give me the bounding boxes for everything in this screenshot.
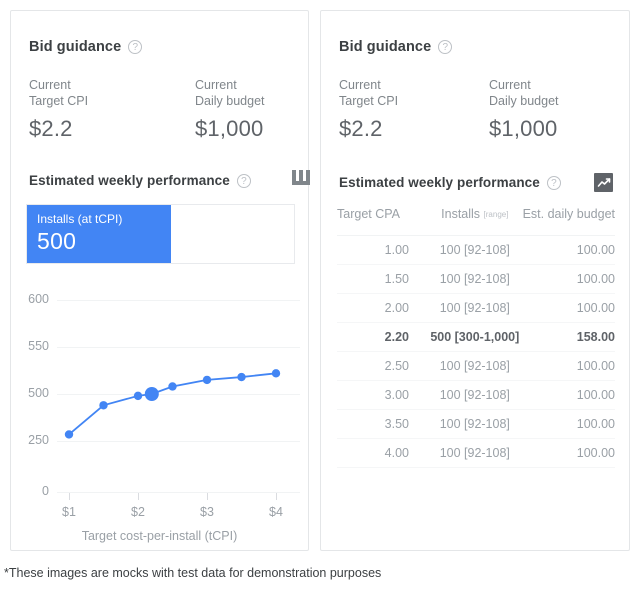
chart-point-selected[interactable] (144, 387, 159, 401)
cell-installs: 100 [92-108] (427, 351, 523, 381)
section-title: Estimated weekly performance (29, 173, 230, 188)
metric-label-line2: Target CPI (29, 94, 89, 108)
cell-est-daily-budget: 100.00 (522, 380, 615, 410)
metric-label-line2: Target CPI (339, 94, 399, 108)
metric-label-line2: Daily budget (195, 94, 265, 108)
table-row[interactable]: 2.50 100 [92-108] 100.00 (337, 351, 615, 381)
cell-target-cpa: 2.50 (337, 351, 427, 381)
column-header-est-daily-budget: Est. daily budget (522, 207, 615, 236)
section-title: Estimated weekly performance (339, 175, 540, 190)
line-chart-icon[interactable] (594, 173, 613, 192)
cell-est-daily-budget: 100.00 (522, 438, 615, 468)
metric-value: $2.2 (339, 116, 383, 141)
cell-target-cpa: 2.00 (337, 293, 427, 323)
column-header-installs: Installs [range] (427, 207, 523, 236)
table-row[interactable]: 1.50 100 [92-108] 100.00 (337, 264, 615, 294)
table-row[interactable]: 4.00 100 [92-108] 100.00 (337, 438, 615, 468)
cell-installs: 100 [92-108] (427, 235, 523, 265)
section-header-left: Estimated weekly performance ? (29, 169, 310, 188)
metric-label-line1: Current (489, 78, 531, 92)
table-row[interactable]: 1.00 100 [92-108] 100.00 (337, 235, 615, 265)
card-header-right: Bid guidance ? (339, 39, 453, 55)
current-metrics-left: Current Target CPI $2.2 Current Daily bu… (29, 77, 265, 142)
page-title: Bid guidance (29, 39, 122, 55)
estimated-performance-table: Target CPA Installs [range] Est. daily b… (337, 207, 615, 468)
chart-point[interactable] (64, 430, 74, 439)
metric-daily-budget: Current Daily budget $1,000 (489, 77, 559, 142)
table-header-row: Target CPA Installs [range] Est. daily b… (337, 207, 615, 236)
table-row[interactable]: 3.00 100 [92-108] 100.00 (337, 380, 615, 410)
tile-value: 500 (37, 228, 77, 254)
cell-target-cpa: 3.00 (337, 380, 427, 410)
chart-point[interactable] (202, 375, 212, 385)
metric-value: $2.2 (29, 116, 73, 141)
table-row[interactable]: 2.00 100 [92-108] 100.00 (337, 293, 615, 323)
metric-target-cpi: Current Target CPI $2.2 (339, 77, 489, 142)
cell-est-daily-budget: 100.00 (522, 351, 615, 381)
cell-est-daily-budget: 100.00 (522, 235, 615, 265)
current-metrics-right: Current Target CPI $2.2 Current Daily bu… (339, 77, 559, 142)
cell-est-daily-budget: 100.00 (522, 293, 615, 323)
metric-value: $1,000 (195, 116, 264, 141)
help-circle-icon[interactable]: ? (438, 40, 453, 54)
estimated-performance-chart: 600 550 500 250 0 $1 $2 $3 $4 Target cos… (11, 279, 308, 551)
metric-value: $1,000 (489, 116, 558, 141)
table-row[interactable]: 3.50 100 [92-108] 100.00 (337, 409, 615, 439)
cell-installs: 100 [92-108] (427, 380, 523, 410)
bid-guidance-screenshot: Bid guidance ? Current Target CPI $2.2 C… (0, 0, 639, 596)
installs-at-tcpi-tile[interactable]: Installs (at tCPI) 500 (27, 205, 171, 263)
chart-point[interactable] (99, 401, 108, 410)
help-circle-icon[interactable]: ? (546, 175, 561, 190)
metric-label-line2: Daily budget (489, 94, 559, 108)
metric-label-line1: Current (29, 78, 71, 92)
cell-target-cpa: 2.20 (337, 322, 427, 352)
metric-label-line1: Current (339, 78, 381, 92)
column-header-range-note: [range] (483, 210, 509, 220)
cell-est-daily-budget: 100.00 (522, 264, 615, 294)
cell-target-cpa: 1.50 (337, 264, 427, 294)
metric-label-line1: Current (195, 78, 237, 92)
cell-installs: 100 [92-108] (427, 293, 523, 323)
chart-point[interactable] (237, 372, 246, 382)
chart-series-installs (64, 369, 281, 439)
x-axis-title: Target cost-per-install (tCPI) (81, 529, 238, 543)
table-row[interactable]: 2.20 500 [300-1,000] 158.00 (337, 322, 615, 352)
cell-installs: 500 [300-1,000] (427, 322, 523, 352)
section-header-right: Estimated weekly performance ? (339, 173, 613, 192)
bid-guidance-card-table-view: Bid guidance ? Current Target CPI $2.2 C… (320, 10, 630, 551)
installs-tile-row: Installs (at tCPI) 500 (26, 204, 295, 264)
column-header-installs-label: Installs (441, 207, 481, 221)
page-title: Bid guidance (339, 39, 432, 55)
cell-installs: 100 [92-108] (427, 264, 523, 294)
chart-point[interactable] (271, 369, 281, 378)
help-circle-icon[interactable]: ? (128, 40, 143, 54)
cell-installs: 100 [92-108] (427, 438, 523, 468)
help-circle-icon[interactable]: ? (236, 173, 251, 188)
metric-target-cpi: Current Target CPI $2.2 (29, 77, 195, 142)
cell-target-cpa: 3.50 (337, 409, 427, 439)
metric-daily-budget: Current Daily budget $1,000 (195, 77, 265, 142)
cell-target-cpa: 1.00 (337, 235, 427, 265)
bid-guidance-card-chart-view: Bid guidance ? Current Target CPI $2.2 C… (10, 10, 310, 551)
cell-target-cpa: 4.00 (337, 438, 427, 468)
chart-point[interactable] (168, 382, 177, 391)
cell-est-daily-budget: 100.00 (522, 409, 615, 439)
chart-point[interactable] (133, 391, 143, 401)
footnote-disclaimer: *These images are mocks with test data f… (4, 566, 382, 580)
cell-installs: 100 [92-108] (427, 409, 523, 439)
card-header-left: Bid guidance ? (29, 39, 143, 55)
tile-label: Installs (at tCPI) (37, 212, 123, 226)
cell-est-daily-budget: 158.00 (522, 322, 615, 352)
column-header-target-cpa: Target CPA (337, 207, 427, 236)
